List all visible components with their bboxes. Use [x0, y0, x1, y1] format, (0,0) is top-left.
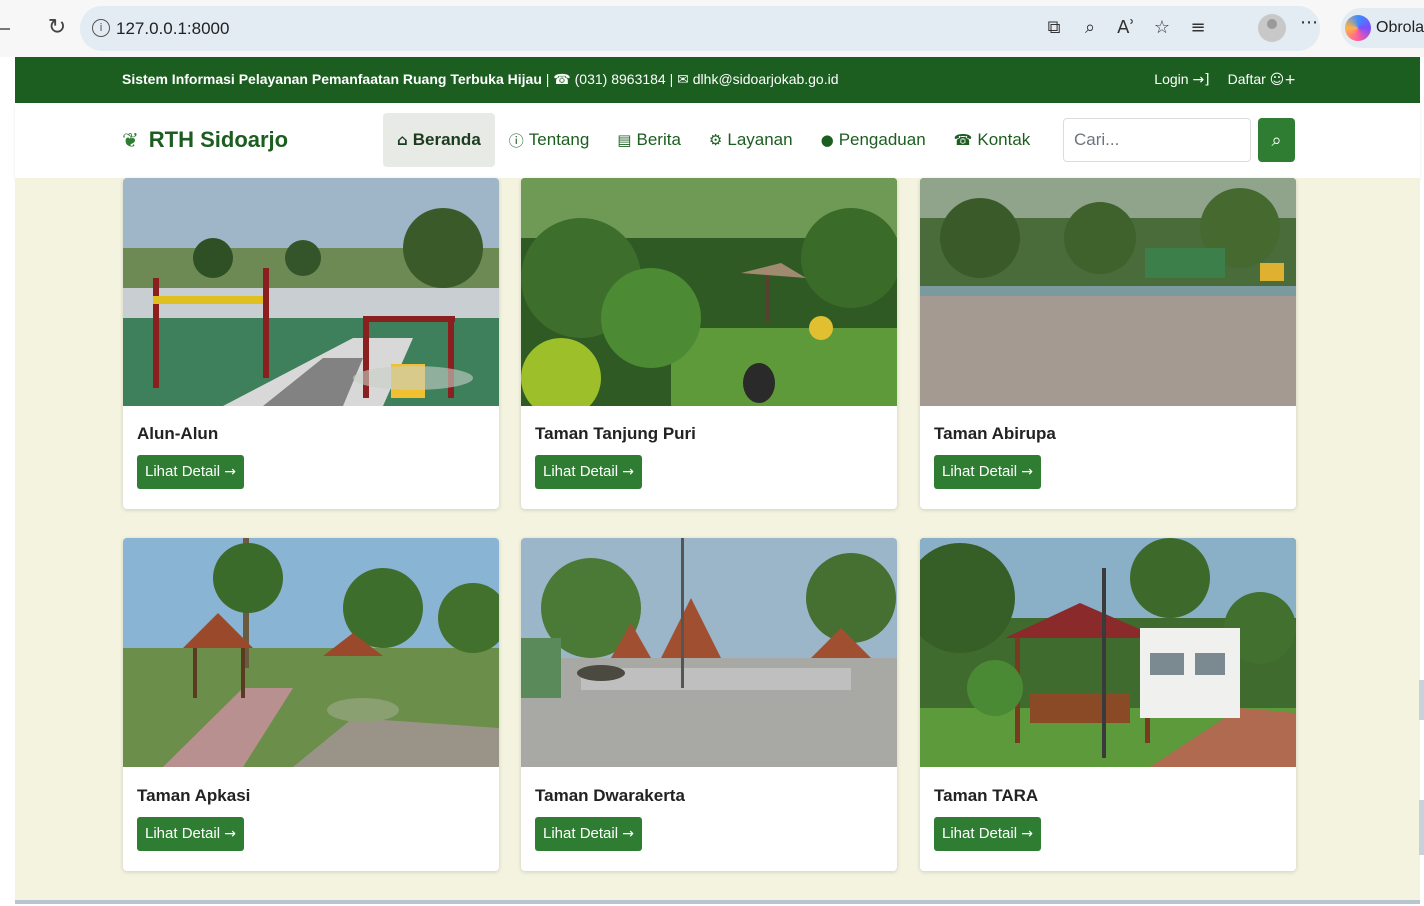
top-info: Sistem Informasi Pelayanan Pemanfaatan R…	[122, 71, 839, 88]
button-label: Lihat Detail	[942, 463, 1018, 480]
park-photo-taman-apkasi	[123, 538, 499, 767]
copilot-icon	[1345, 15, 1371, 41]
search-icon: ⌕	[1271, 129, 1282, 151]
arrow-right-icon: →	[1021, 826, 1033, 842]
detail-button-taman-tara[interactable]: Lihat Detail →	[934, 817, 1041, 851]
detail-button-alun-alun[interactable]: Lihat Detail →	[137, 455, 244, 489]
divider: |	[669, 71, 678, 87]
email-text: dlhk@sidoarjokab.go.id	[692, 71, 839, 87]
phone-text: (031) 8963184	[574, 71, 666, 87]
profile-avatar[interactable]	[1258, 14, 1286, 42]
read-aloud-icon[interactable]: Aʾ	[1114, 16, 1138, 40]
user-plus-icon: ☺+	[1269, 72, 1296, 88]
nav-item-kontak[interactable]: ☎ Kontak	[940, 113, 1045, 167]
nav-label: Berita	[636, 130, 681, 149]
top-info-bar: Sistem Informasi Pelayanan Pemanfaatan R…	[15, 57, 1420, 103]
arrow-right-icon: →	[1021, 464, 1033, 480]
nav-item-berita[interactable]: ▤ Berita	[603, 113, 695, 167]
park-card-taman-abirupa: Taman Abirupa Lihat Detail →	[920, 178, 1296, 509]
search-input[interactable]	[1063, 118, 1251, 162]
reload-icon[interactable]: ↻	[44, 14, 70, 42]
favorite-star-icon[interactable]: ☆	[1150, 16, 1174, 40]
phone-icon: ☎	[553, 72, 571, 88]
nav-label: Beranda	[412, 130, 481, 149]
login-link[interactable]: Login →]	[1154, 71, 1209, 88]
nav-item-pengaduan[interactable]: ● Pengaduan	[807, 113, 940, 167]
park-card-alun-alun: Alun-Alun Lihat Detail →	[123, 178, 499, 509]
favorites-list-icon[interactable]: ≡	[1186, 16, 1210, 40]
park-photo-taman-tara	[920, 538, 1296, 767]
copilot-button[interactable]: Obrolan	[1341, 8, 1424, 48]
back-button-edge[interactable]	[0, 28, 10, 30]
register-label: Daftar	[1227, 71, 1266, 87]
login-label: Login	[1154, 71, 1189, 87]
browser-toolbar: ↻ i 127.0.0.1:8000 ⧉ ⌕ Aʾ ☆ ≡ ⋯ Obrolan	[0, 0, 1424, 57]
detail-button-taman-tanjung-puri[interactable]: Lihat Detail →	[535, 455, 642, 489]
more-menu-icon[interactable]: ⋯	[1300, 12, 1318, 33]
button-label: Lihat Detail	[942, 825, 1018, 842]
search-button[interactable]: ⌕	[1258, 118, 1295, 162]
brand-name: RTH Sidoarjo	[148, 127, 289, 152]
nav-menu: ⌂ Beranda ⓘ Tentang ▤ Berita ⚙ Layanan ●…	[383, 113, 1044, 167]
arrow-right-icon: →	[622, 464, 634, 480]
park-title: Taman Tanjung Puri	[535, 424, 696, 443]
park-title: Alun-Alun	[137, 424, 219, 443]
home-icon: ⌂	[397, 131, 408, 149]
envelope-icon: ✉	[677, 72, 689, 88]
button-label: Lihat Detail	[145, 463, 221, 480]
register-link[interactable]: Daftar ☺+	[1228, 71, 1296, 88]
address-bar-actions: ⧉ ⌕ Aʾ ☆ ≡	[1042, 16, 1210, 40]
login-icon: →]	[1192, 72, 1210, 88]
detail-button-taman-abirupa[interactable]: Lihat Detail →	[934, 455, 1041, 489]
arrow-right-icon: →	[224, 826, 236, 842]
park-photo-taman-dwarakerta	[521, 538, 897, 767]
info-icon: ⓘ	[508, 131, 524, 150]
gears-icon: ⚙	[708, 131, 723, 149]
nav-item-tentang[interactable]: ⓘ Tentang	[495, 113, 604, 167]
nav-label: Pengaduan	[838, 130, 926, 149]
auth-links: Login →] Daftar ☺+	[1154, 71, 1296, 88]
park-photo-alun-alun	[123, 178, 499, 406]
nav-label: Tentang	[528, 130, 590, 149]
park-title: Taman Abirupa	[934, 424, 1056, 443]
park-photo-taman-abirupa	[920, 178, 1296, 406]
comment-icon: ●	[820, 131, 834, 149]
address-bar[interactable]: i 127.0.0.1:8000 ⧉ ⌕ Aʾ ☆ ≡	[80, 6, 1320, 51]
detail-button-taman-apkasi[interactable]: Lihat Detail →	[137, 817, 244, 851]
tracking-prevention-icon[interactable]: ⧉	[1042, 16, 1066, 40]
park-title: Taman Dwarakerta	[535, 786, 685, 805]
park-card-taman-tanjung-puri: Taman Tanjung Puri Lihat Detail →	[521, 178, 897, 509]
button-label: Lihat Detail	[145, 825, 221, 842]
site-full-name: Sistem Informasi Pelayanan Pemanfaatan R…	[122, 71, 542, 87]
scrollbar-mark[interactable]	[1419, 800, 1424, 855]
nav-item-beranda[interactable]: ⌂ Beranda	[383, 113, 495, 167]
url-text[interactable]: 127.0.0.1:8000	[116, 19, 229, 39]
arrow-right-icon: →	[224, 464, 236, 480]
newspaper-icon: ▤	[617, 131, 632, 149]
scrollbar-mark[interactable]	[1419, 680, 1424, 720]
detail-button-taman-dwarakerta[interactable]: Lihat Detail →	[535, 817, 642, 851]
nav-label: Kontak	[977, 130, 1031, 149]
nav-item-layanan[interactable]: ⚙ Layanan	[695, 113, 807, 167]
main-navbar: ❦ RTH Sidoarjo ⌂ Beranda ⓘ Tentang ▤ Ber…	[15, 103, 1420, 178]
park-card-taman-dwarakerta: Taman Dwarakerta Lihat Detail →	[521, 538, 897, 871]
zoom-icon[interactable]: ⌕	[1078, 16, 1102, 40]
site-info-icon[interactable]: i	[92, 19, 110, 37]
button-label: Lihat Detail	[543, 463, 619, 480]
park-title: Taman TARA	[934, 786, 1039, 805]
button-label: Lihat Detail	[543, 825, 619, 842]
park-title: Taman Apkasi	[137, 786, 251, 805]
park-card-taman-tara: Taman TARA Lihat Detail →	[920, 538, 1296, 871]
bottom-edge	[15, 900, 1420, 904]
copilot-label: Obrolan	[1376, 19, 1424, 36]
nav-label: Layanan	[727, 130, 793, 149]
leaf-icon: ❦	[122, 128, 139, 152]
park-photo-taman-tanjung-puri	[521, 178, 897, 406]
park-card-taman-apkasi: Taman Apkasi Lihat Detail →	[123, 538, 499, 871]
arrow-right-icon: →	[622, 826, 634, 842]
brand-link[interactable]: ❦ RTH Sidoarjo	[122, 127, 288, 153]
phone-icon: ☎	[953, 131, 973, 149]
